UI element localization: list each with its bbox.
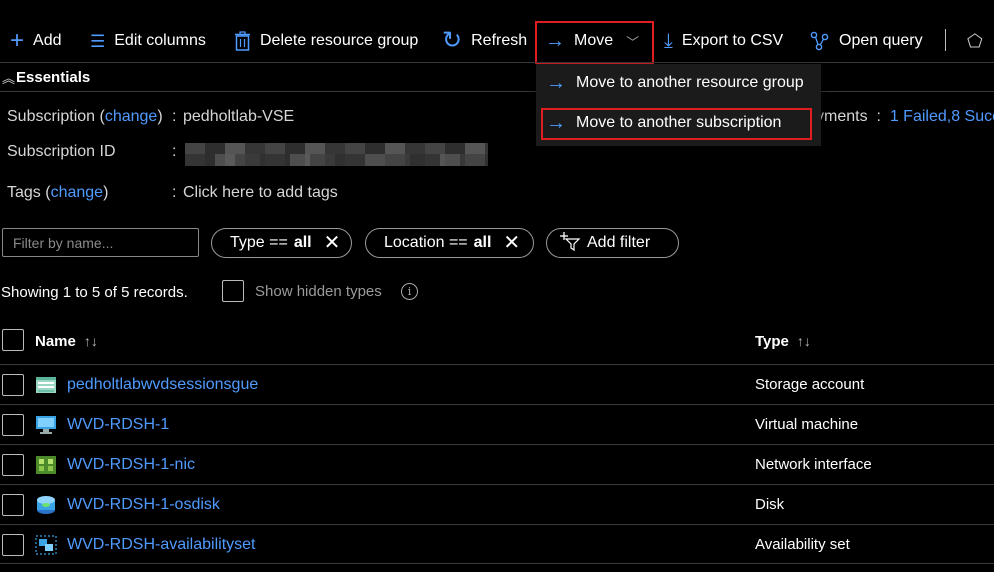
download-icon: ⤓: [664, 30, 673, 52]
sort-icon[interactable]: ↑↓: [797, 333, 811, 349]
disk-icon: [37, 496, 55, 514]
type-filter-value: all: [293, 234, 312, 251]
add-filter-label: Add filter: [587, 234, 651, 251]
type-column-header[interactable]: Type ↑↓: [755, 333, 811, 350]
plus-icon: +: [10, 27, 25, 54]
resource-name-link[interactable]: WVD-RDSH-1: [67, 416, 169, 434]
add-filter-icon: [559, 231, 581, 256]
network-interface-icon: [36, 456, 56, 474]
subscription-value-link[interactable]: pedholtlab-VSE: [183, 108, 294, 126]
collapse-chevron-icon[interactable]: ︽: [2, 68, 15, 87]
tag-icon: ⬠: [967, 31, 983, 51]
table-row[interactable]: WVD-RDSH-1 Virtual machine: [0, 404, 994, 444]
subscription-id-redacted-lower: [185, 154, 488, 166]
row-checkbox[interactable]: [2, 534, 24, 556]
tags-label: Tags: [7, 184, 41, 201]
table-row[interactable]: WVD-RDSH-1-nic Network interface: [0, 444, 994, 484]
deployments-link[interactable]: 1 Failed,8 Succe: [890, 108, 994, 125]
resource-type: Network interface: [755, 456, 872, 473]
type-filter-pill[interactable]: Type == all ✕: [211, 228, 352, 258]
query-icon: [810, 31, 830, 51]
add-filter-button[interactable]: Add filter: [546, 228, 679, 258]
location-filter-label: Location ==: [384, 234, 468, 251]
location-filter-pill[interactable]: Location == all ✕: [365, 228, 534, 258]
location-filter-value: all: [473, 234, 492, 251]
subscription-property: Subscription (change): [7, 108, 163, 125]
export-csv-label: Export to CSV: [681, 32, 784, 49]
select-all-checkbox[interactable]: [2, 329, 24, 351]
move-to-resource-group-item[interactable]: → Move to another resource group: [546, 68, 804, 98]
delete-resource-group-button[interactable]: Delete resource group: [234, 27, 418, 55]
tags-property: Tags (change): [7, 184, 109, 201]
resource-type: Virtual machine: [755, 416, 859, 433]
refresh-button[interactable]: ↻ Refresh: [442, 27, 527, 55]
records-count: Showing 1 to 5 of 5 records.: [1, 284, 188, 301]
export-csv-button[interactable]: ⤓ Export to CSV: [664, 27, 783, 55]
refresh-icon: ↻: [442, 27, 463, 54]
essentials-title: Essentials: [16, 69, 91, 86]
subscription-id-label: Subscription ID: [7, 143, 116, 160]
storage-account-icon: [36, 377, 56, 393]
name-column-label: Name: [35, 333, 76, 350]
subscription-label: Subscription: [7, 108, 96, 125]
type-column-label: Type: [755, 333, 789, 350]
add-button[interactable]: + Add: [10, 27, 61, 55]
columns-icon: ☰: [90, 31, 106, 51]
show-hidden-label: Show hidden types: [255, 283, 382, 300]
resource-type: Availability set: [755, 536, 850, 553]
resource-name-link[interactable]: WVD-RDSH-availabilityset: [67, 536, 255, 554]
menu-item-label: Move to another resource group: [576, 74, 804, 91]
colon: :: [172, 184, 177, 201]
deployments-label: yments: [816, 108, 868, 125]
resource-type: Storage account: [755, 376, 865, 393]
tags-change-link[interactable]: change: [51, 184, 104, 201]
table-row[interactable]: WVD-RDSH-availabilityset Availability se…: [0, 524, 994, 564]
arrow-right-icon: →: [546, 72, 566, 94]
table-row[interactable]: WVD-RDSH-1-osdisk Disk: [0, 484, 994, 524]
row-checkbox[interactable]: [2, 494, 24, 516]
open-query-button[interactable]: Open query: [810, 27, 923, 55]
toolbar-divider: [945, 29, 946, 51]
type-filter-label: Type ==: [230, 234, 288, 251]
resource-name-link[interactable]: WVD-RDSH-1-osdisk: [67, 496, 220, 514]
trash-icon: [234, 31, 251, 51]
deployments-property: yments : 1 Failed,8 Succe: [816, 108, 994, 126]
colon: :: [172, 108, 177, 125]
info-icon[interactable]: i: [401, 283, 418, 300]
table-bottom-divider: [0, 563, 994, 564]
table-row[interactable]: pedholtlabwvdsessionsgue Storage account: [0, 364, 994, 404]
tag-button[interactable]: ⬠: [967, 27, 983, 55]
show-hidden-checkbox[interactable]: [222, 280, 244, 302]
subscription-change-link[interactable]: change: [105, 108, 158, 125]
edit-columns-label: Edit columns: [114, 32, 206, 49]
refresh-label: Refresh: [471, 32, 528, 49]
row-checkbox[interactable]: [2, 414, 24, 436]
close-icon[interactable]: ✕: [503, 233, 520, 253]
name-column-header[interactable]: Name ↑↓: [35, 333, 98, 350]
move-highlight-box: [535, 21, 654, 64]
filter-by-name-input[interactable]: [2, 228, 199, 257]
row-checkbox[interactable]: [2, 454, 24, 476]
delete-resource-group-label: Delete resource group: [260, 32, 419, 49]
sort-icon[interactable]: ↑↓: [84, 333, 98, 349]
colon: :: [872, 108, 886, 125]
virtual-machine-icon: [36, 416, 56, 434]
open-query-label: Open query: [839, 32, 923, 49]
resource-type: Disk: [755, 496, 785, 513]
resource-name-link[interactable]: pedholtlabwvdsessionsgue: [67, 376, 258, 394]
row-checkbox[interactable]: [2, 374, 24, 396]
essentials-header[interactable]: [0, 62, 994, 92]
subscription-highlight-box: [541, 108, 812, 140]
resource-name-link[interactable]: WVD-RDSH-1-nic: [67, 456, 195, 474]
availability-set-icon: [35, 535, 57, 555]
edit-columns-button[interactable]: ☰ Edit columns: [90, 27, 206, 55]
add-tags-link[interactable]: Click here to add tags: [183, 184, 338, 202]
add-label: Add: [33, 32, 62, 49]
close-icon[interactable]: ✕: [324, 233, 341, 253]
colon: :: [172, 143, 177, 160]
